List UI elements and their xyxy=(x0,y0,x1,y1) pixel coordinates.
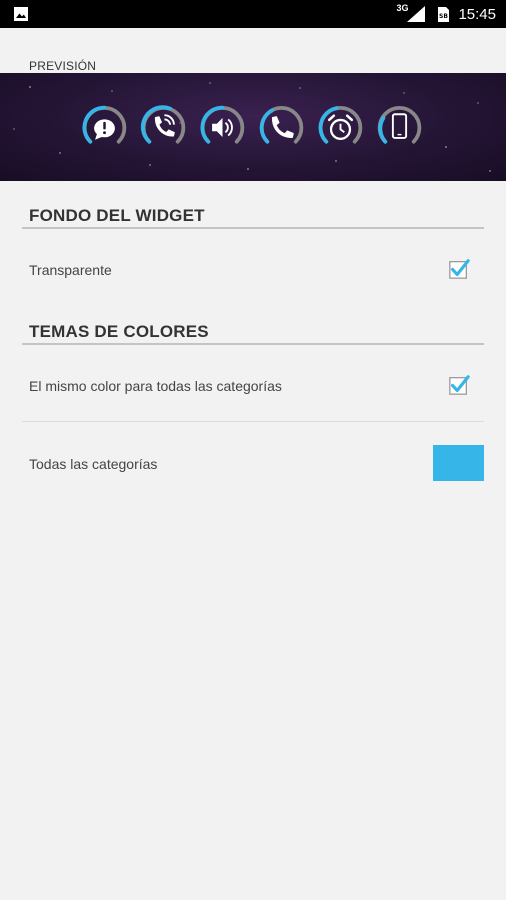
signal-icon xyxy=(407,6,426,22)
image-icon xyxy=(14,7,28,21)
section-divider xyxy=(22,343,484,345)
call-icon xyxy=(259,106,304,144)
section-divider xyxy=(22,227,484,229)
same-color-checkbox[interactable] xyxy=(448,374,470,396)
all-categories-color-swatch[interactable] xyxy=(433,445,484,481)
all-categories-label: Todas las categorías xyxy=(29,456,158,472)
preview-banner xyxy=(0,73,506,181)
alarm-icon xyxy=(318,106,363,144)
volume-icon xyxy=(200,105,245,144)
same-color-label: El mismo color para todas las categorías xyxy=(29,378,282,394)
status-bar: 3G SB 15:45 xyxy=(0,0,506,28)
preview-label: PREVISIÓN xyxy=(29,59,97,73)
network-type: 3G xyxy=(396,3,409,13)
same-color-row[interactable]: El mismo color para todas las categorías xyxy=(0,360,506,412)
sim-card-icon: SB xyxy=(438,6,450,22)
transparent-row[interactable]: Transparente xyxy=(0,245,506,297)
missed-call-icon xyxy=(140,105,186,144)
section-title-color-themes: TEMAS DE COLORES xyxy=(29,322,209,341)
sim-label: SB xyxy=(440,13,449,20)
section-title-widget-background: FONDO DEL WIDGET xyxy=(29,206,205,225)
all-categories-row[interactable]: Todas las categorías xyxy=(0,440,506,486)
transparent-label: Transparente xyxy=(29,262,112,278)
phone-icon xyxy=(377,106,422,144)
sms-icon xyxy=(82,105,127,144)
status-time: 15:45 xyxy=(458,5,496,23)
status-right: 3G SB 15:45 xyxy=(396,0,496,28)
transparent-checkbox[interactable] xyxy=(448,258,470,280)
preview-icons xyxy=(78,101,426,154)
row-divider xyxy=(22,421,484,422)
